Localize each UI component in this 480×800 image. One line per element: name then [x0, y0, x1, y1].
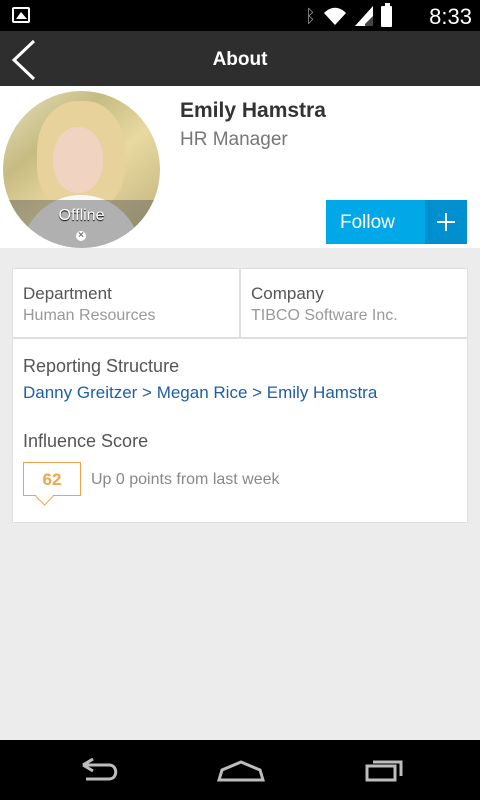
status-bar: ᛒ 8:33: [0, 0, 480, 31]
recent-apps-icon: [365, 760, 403, 782]
clock-time: 8:33: [429, 4, 472, 29]
page-title: About: [212, 49, 268, 70]
home-icon: [217, 760, 265, 782]
system-navigation-bar: [0, 740, 480, 800]
wifi-icon: [324, 7, 346, 25]
influence-score-label: Influence Score: [23, 431, 149, 451]
bluetooth-icon: ᛒ: [305, 6, 316, 26]
plus-icon: [425, 200, 467, 244]
department-card: Department Human Resources: [12, 268, 240, 338]
system-recent-apps-button[interactable]: [341, 748, 423, 792]
influence-score-badge: 62: [23, 462, 81, 496]
reporting-structure-label: Reporting Structure: [23, 356, 180, 376]
back-icon: [82, 758, 118, 781]
company-label: Company: [251, 284, 324, 303]
job-title: HR Manager: [180, 129, 288, 150]
company-value: TIBCO Software Inc.: [251, 307, 398, 324]
system-home-button[interactable]: [199, 748, 281, 792]
follow-button-label: Follow: [340, 212, 395, 233]
reporting-chain-link[interactable]: Danny Greitzer > Megan Rice > Emily Hams…: [23, 383, 377, 403]
signal-icon: [355, 6, 373, 26]
department-label: Department: [23, 284, 112, 303]
status-icons: ᛒ: [305, 2, 392, 27]
offline-icon: ×: [76, 231, 86, 241]
presence-status: Offline: [58, 207, 105, 224]
avatar[interactable]: Offline ×: [3, 91, 160, 248]
company-card: Company TIBCO Software Inc.: [240, 268, 468, 338]
organization-info: Department Human Resources Company TIBCO…: [12, 268, 468, 338]
battery-icon: [381, 2, 392, 27]
department-value: Human Resources: [23, 307, 156, 324]
influence-score-value: 62: [42, 470, 62, 489]
avatar-face: [53, 127, 103, 193]
influence-score-summary: Up 0 points from last week: [91, 471, 280, 488]
profile-header: Offline × Emily Hamstra HR Manager Follo…: [0, 88, 480, 248]
app-header: About: [0, 31, 480, 88]
details-panel: Reporting Structure Danny Greitzer > Meg…: [12, 338, 468, 523]
image-icon: [12, 7, 30, 23]
follow-button[interactable]: Follow: [326, 200, 467, 244]
presence-overlay: Offline ×: [3, 200, 160, 248]
system-back-button[interactable]: [57, 748, 139, 792]
profile-name: Emily Hamstra: [180, 99, 326, 122]
